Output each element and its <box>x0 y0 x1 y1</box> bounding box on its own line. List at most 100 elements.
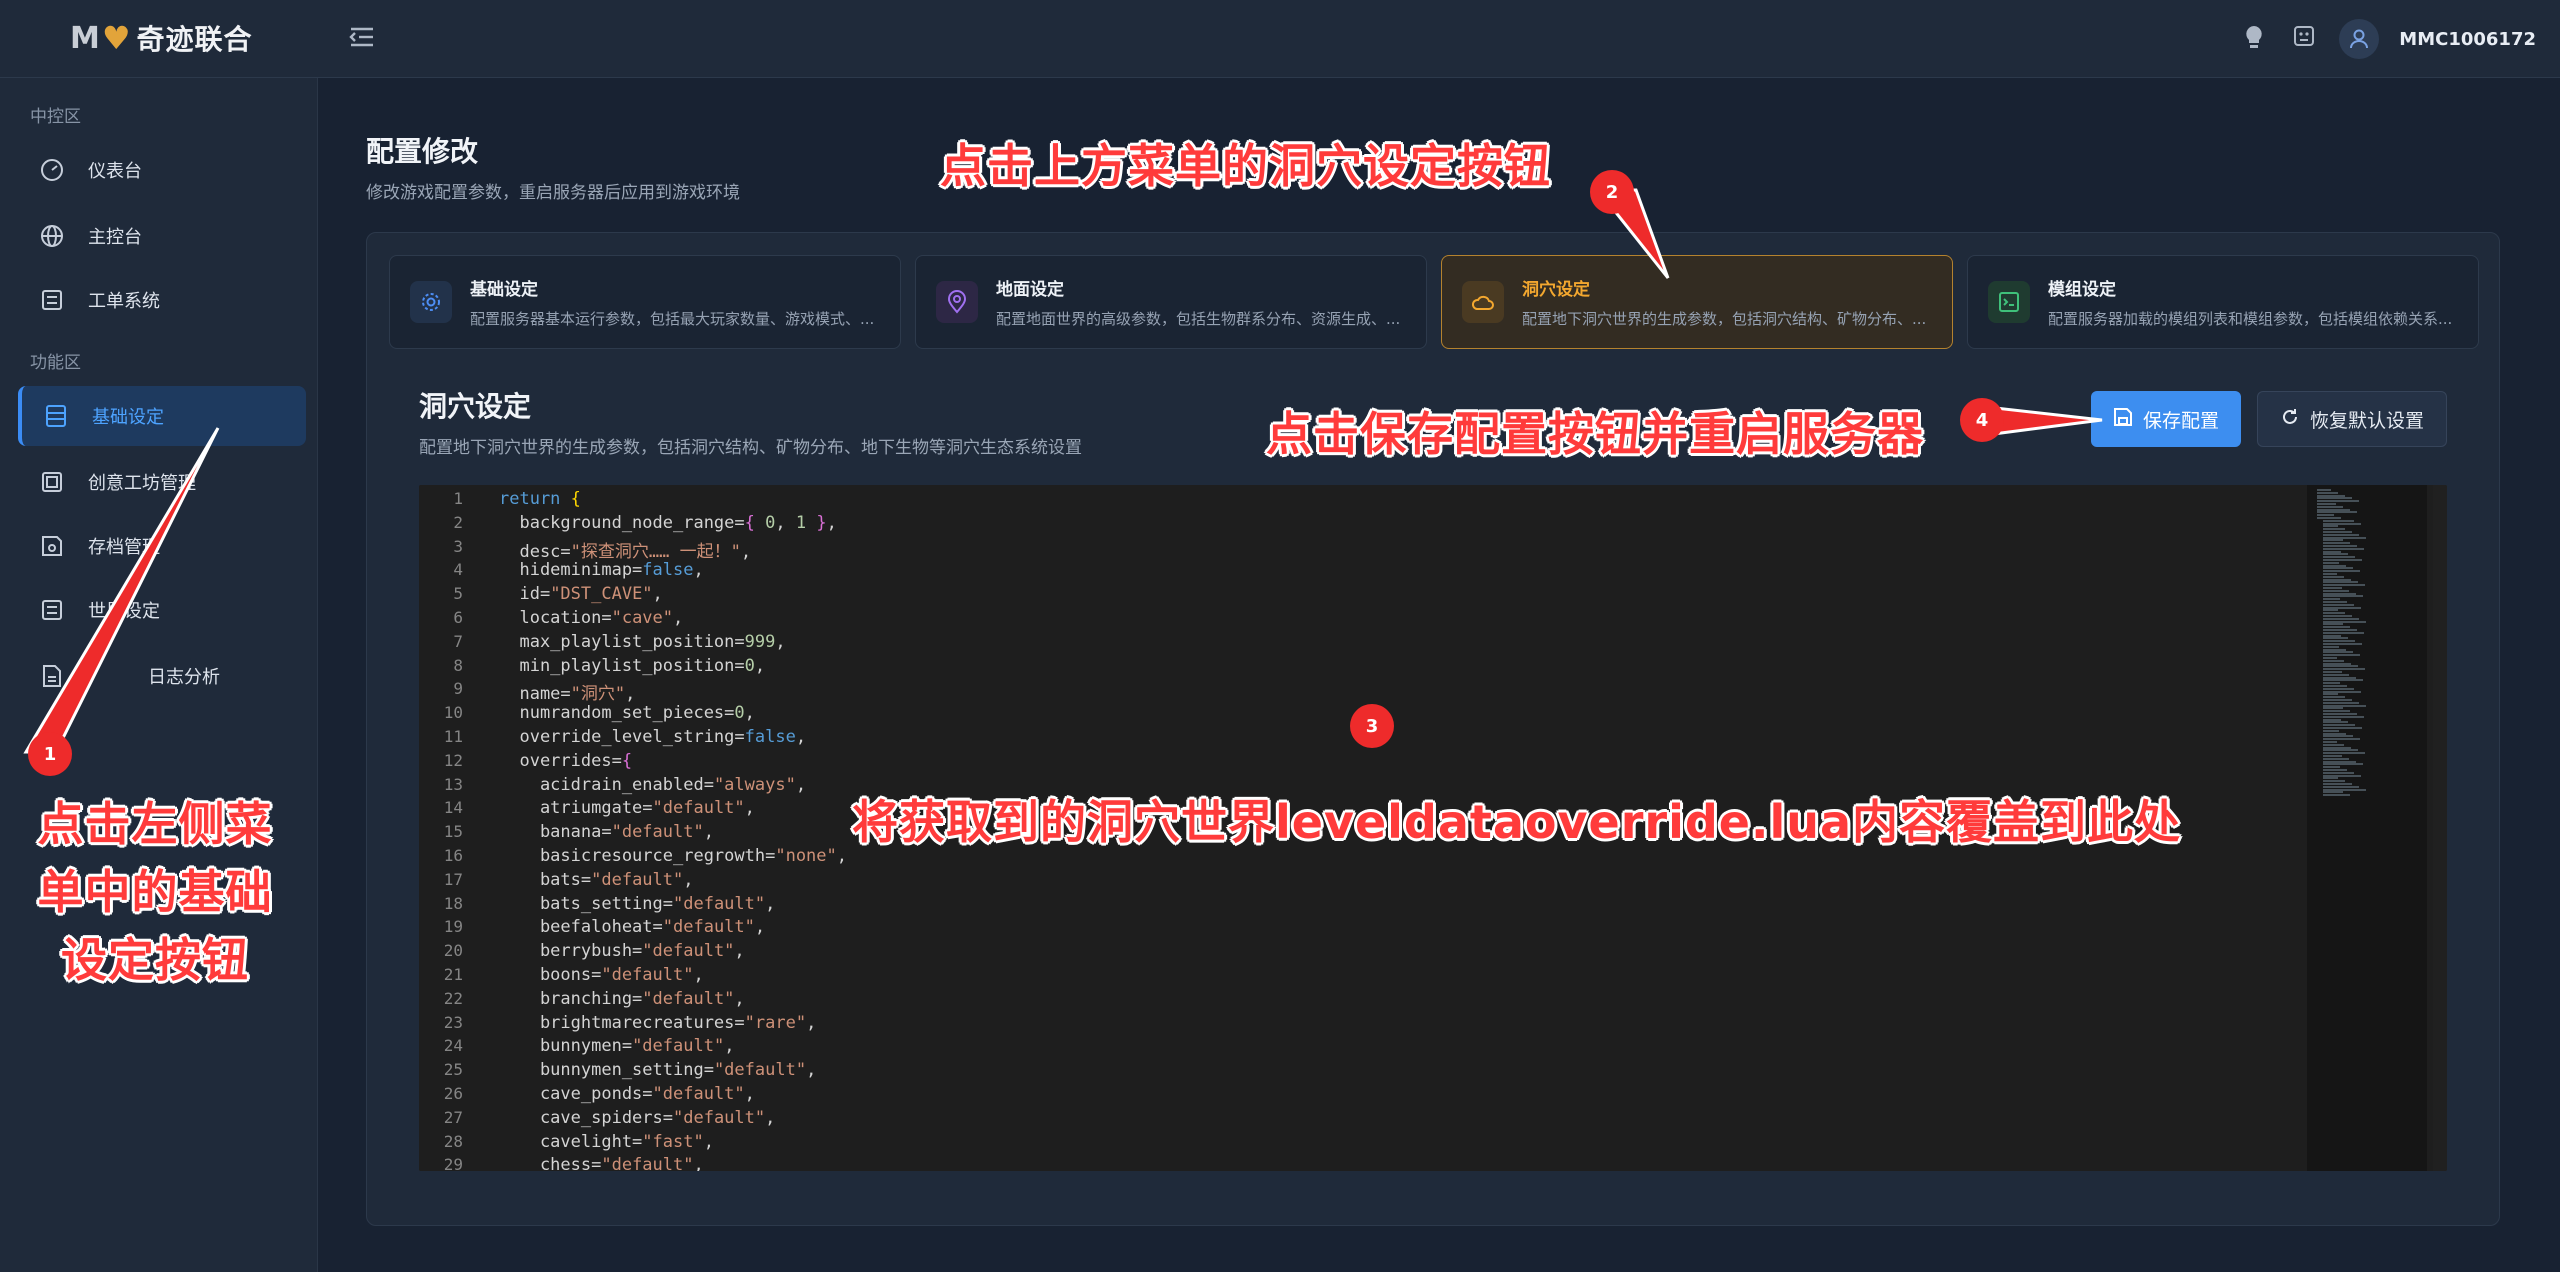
minimap-line <box>2323 542 2350 545</box>
code-token: , <box>652 584 663 605</box>
code-token: "fast" <box>642 1131 704 1152</box>
line-number: 5 <box>453 584 463 604</box>
minimap-line <box>2323 659 2344 662</box>
sidebar-item-label: 世界设定 <box>88 601 160 622</box>
code-line: cave_ponds="default", <box>499 1084 755 1104</box>
minimap-line <box>2323 531 2352 533</box>
reset-default-button[interactable]: 恢复默认设置 <box>2257 391 2447 447</box>
line-number: 14 <box>443 798 463 818</box>
code-token: , <box>724 1036 735 1057</box>
logo-mark: M <box>70 20 100 56</box>
editor-minimap[interactable] <box>2307 485 2427 1171</box>
table-icon <box>42 402 70 430</box>
sidebar-item-tickets[interactable]: 工单系统 <box>18 270 306 330</box>
line-number: 26 <box>443 1084 463 1103</box>
code-token: id= <box>499 584 551 605</box>
tab-cave-settings[interactable]: 洞穴设定 配置地下洞穴世界的生成参数，包括洞穴结构、矿物分布、... <box>1441 255 1953 349</box>
line-number: 24 <box>443 1036 463 1056</box>
minimap-line <box>2323 701 2359 704</box>
code-token: , <box>795 727 807 747</box>
line-number: 7 <box>453 631 463 651</box>
code-token: "default" <box>601 1155 694 1171</box>
code-token: , <box>765 1107 776 1128</box>
minimap-line <box>2323 640 2355 643</box>
sidebar-item-basic-settings[interactable]: 基础设定 <box>18 386 306 446</box>
code-token: "default" <box>652 798 745 819</box>
code-token: "default" <box>652 1084 745 1104</box>
minimap-line <box>2323 612 2345 615</box>
code-token: beefaloheat= <box>499 917 663 938</box>
line-number: 18 <box>443 893 463 913</box>
logo-text: 奇迹联合 <box>136 23 253 56</box>
editor-scrollbar[interactable] <box>2433 485 2447 1171</box>
gear-icon <box>410 281 452 323</box>
minimap-line <box>2323 668 2365 671</box>
code-token: "default" <box>673 1107 766 1128</box>
code-token: , <box>775 512 796 533</box>
minimap-line <box>2323 718 2341 721</box>
sidebar-item-console[interactable]: 主控台 <box>18 206 306 266</box>
code-line: bunnymen="default", <box>499 1036 735 1057</box>
sidebar-item-workshop[interactable]: 创意工坊管理 <box>18 452 306 512</box>
minimap-line <box>2323 696 2345 699</box>
annotation-2: 点击上方菜单的洞穴设定按钮 <box>940 139 1551 193</box>
sidebar-item-label: 存档管理 <box>88 537 160 558</box>
code-token: return <box>499 489 571 509</box>
minimap-line <box>2323 606 2361 609</box>
sidebar-item-dashboard[interactable]: 仪表台 <box>18 140 306 200</box>
logo[interactable]: M ♥ 奇迹联合 <box>70 18 253 58</box>
save-icon <box>2113 407 2133 432</box>
location-icon <box>936 281 978 323</box>
tab-mod-settings[interactable]: 模组设定 配置服务器加载的模组列表和模组参数，包括模组依赖关系... <box>1967 255 2479 349</box>
menu-collapse-icon[interactable] <box>346 24 378 54</box>
minimap-line <box>2323 741 2337 743</box>
line-number: 2 <box>453 512 463 532</box>
avatar[interactable] <box>2339 19 2380 59</box>
minimap-line <box>2323 637 2348 640</box>
minimap-line <box>2323 570 2360 573</box>
code-line: banana="default", <box>499 822 714 842</box>
code-token: , <box>806 1012 817 1033</box>
minimap-line <box>2323 601 2347 603</box>
minimap-line <box>2323 609 2338 612</box>
minimap-line <box>2323 699 2352 701</box>
refresh-icon <box>2280 407 2300 432</box>
sidebar-item-label: 创意工坊管理 <box>88 473 196 494</box>
code-token: name= <box>499 684 571 705</box>
code-line: brightmarecreatures="rare", <box>499 1013 816 1033</box>
code-token: , <box>625 684 636 705</box>
section-subtitle: 配置地下洞穴世界的生成参数，包括洞穴结构、矿物分布、地下生物等洞穴生态系统设置 <box>419 438 1082 458</box>
sidebar-item-world-settings[interactable]: 世界设定 <box>18 580 306 640</box>
minimap-line <box>2323 749 2358 752</box>
line-number: 11 <box>443 727 463 746</box>
line-number: 12 <box>443 750 463 770</box>
list-icon <box>38 286 66 314</box>
code-line: hideminimap=false, <box>499 560 703 580</box>
minimap-line <box>2323 729 2339 732</box>
minimap-line <box>2323 755 2342 757</box>
lightbulb-icon[interactable] <box>2239 24 2269 54</box>
line-number: 21 <box>443 965 463 984</box>
code-token: "default" <box>611 822 704 843</box>
robot-icon[interactable] <box>2289 24 2319 54</box>
code-token: 999 <box>744 631 776 652</box>
sidebar-item-label: 基础设定 <box>92 407 164 428</box>
code-token: "default" <box>601 965 694 985</box>
sidebar-item-saves[interactable]: 存档管理 <box>18 516 306 576</box>
code-token: , <box>744 798 755 819</box>
sidebar-section-control: 中控区 <box>30 107 81 127</box>
minimap-line <box>2323 713 2357 715</box>
tab-ground-settings[interactable]: 地面设定 配置地面世界的高级参数，包括生物群系分布、资源生成、... <box>915 255 1427 349</box>
code-token: bunnymen= <box>499 1036 633 1057</box>
line-number: 3 <box>453 536 463 556</box>
code-token: 1 <box>795 512 807 533</box>
username[interactable]: MMC1006172 <box>2399 29 2536 50</box>
sidebar-item-logs[interactable]: 日志分析 <box>18 646 306 706</box>
minimap-line <box>2323 662 2351 665</box>
file-icon <box>38 662 66 690</box>
minimap-line <box>2323 539 2343 542</box>
code-token: , <box>826 512 837 533</box>
save-config-button[interactable]: 保存配置 <box>2091 391 2241 447</box>
minimap-line <box>2317 508 2350 511</box>
tab-basic-settings[interactable]: 基础设定 配置服务器基本运行参数，包括最大玩家数量、游戏模式、... <box>389 255 901 349</box>
